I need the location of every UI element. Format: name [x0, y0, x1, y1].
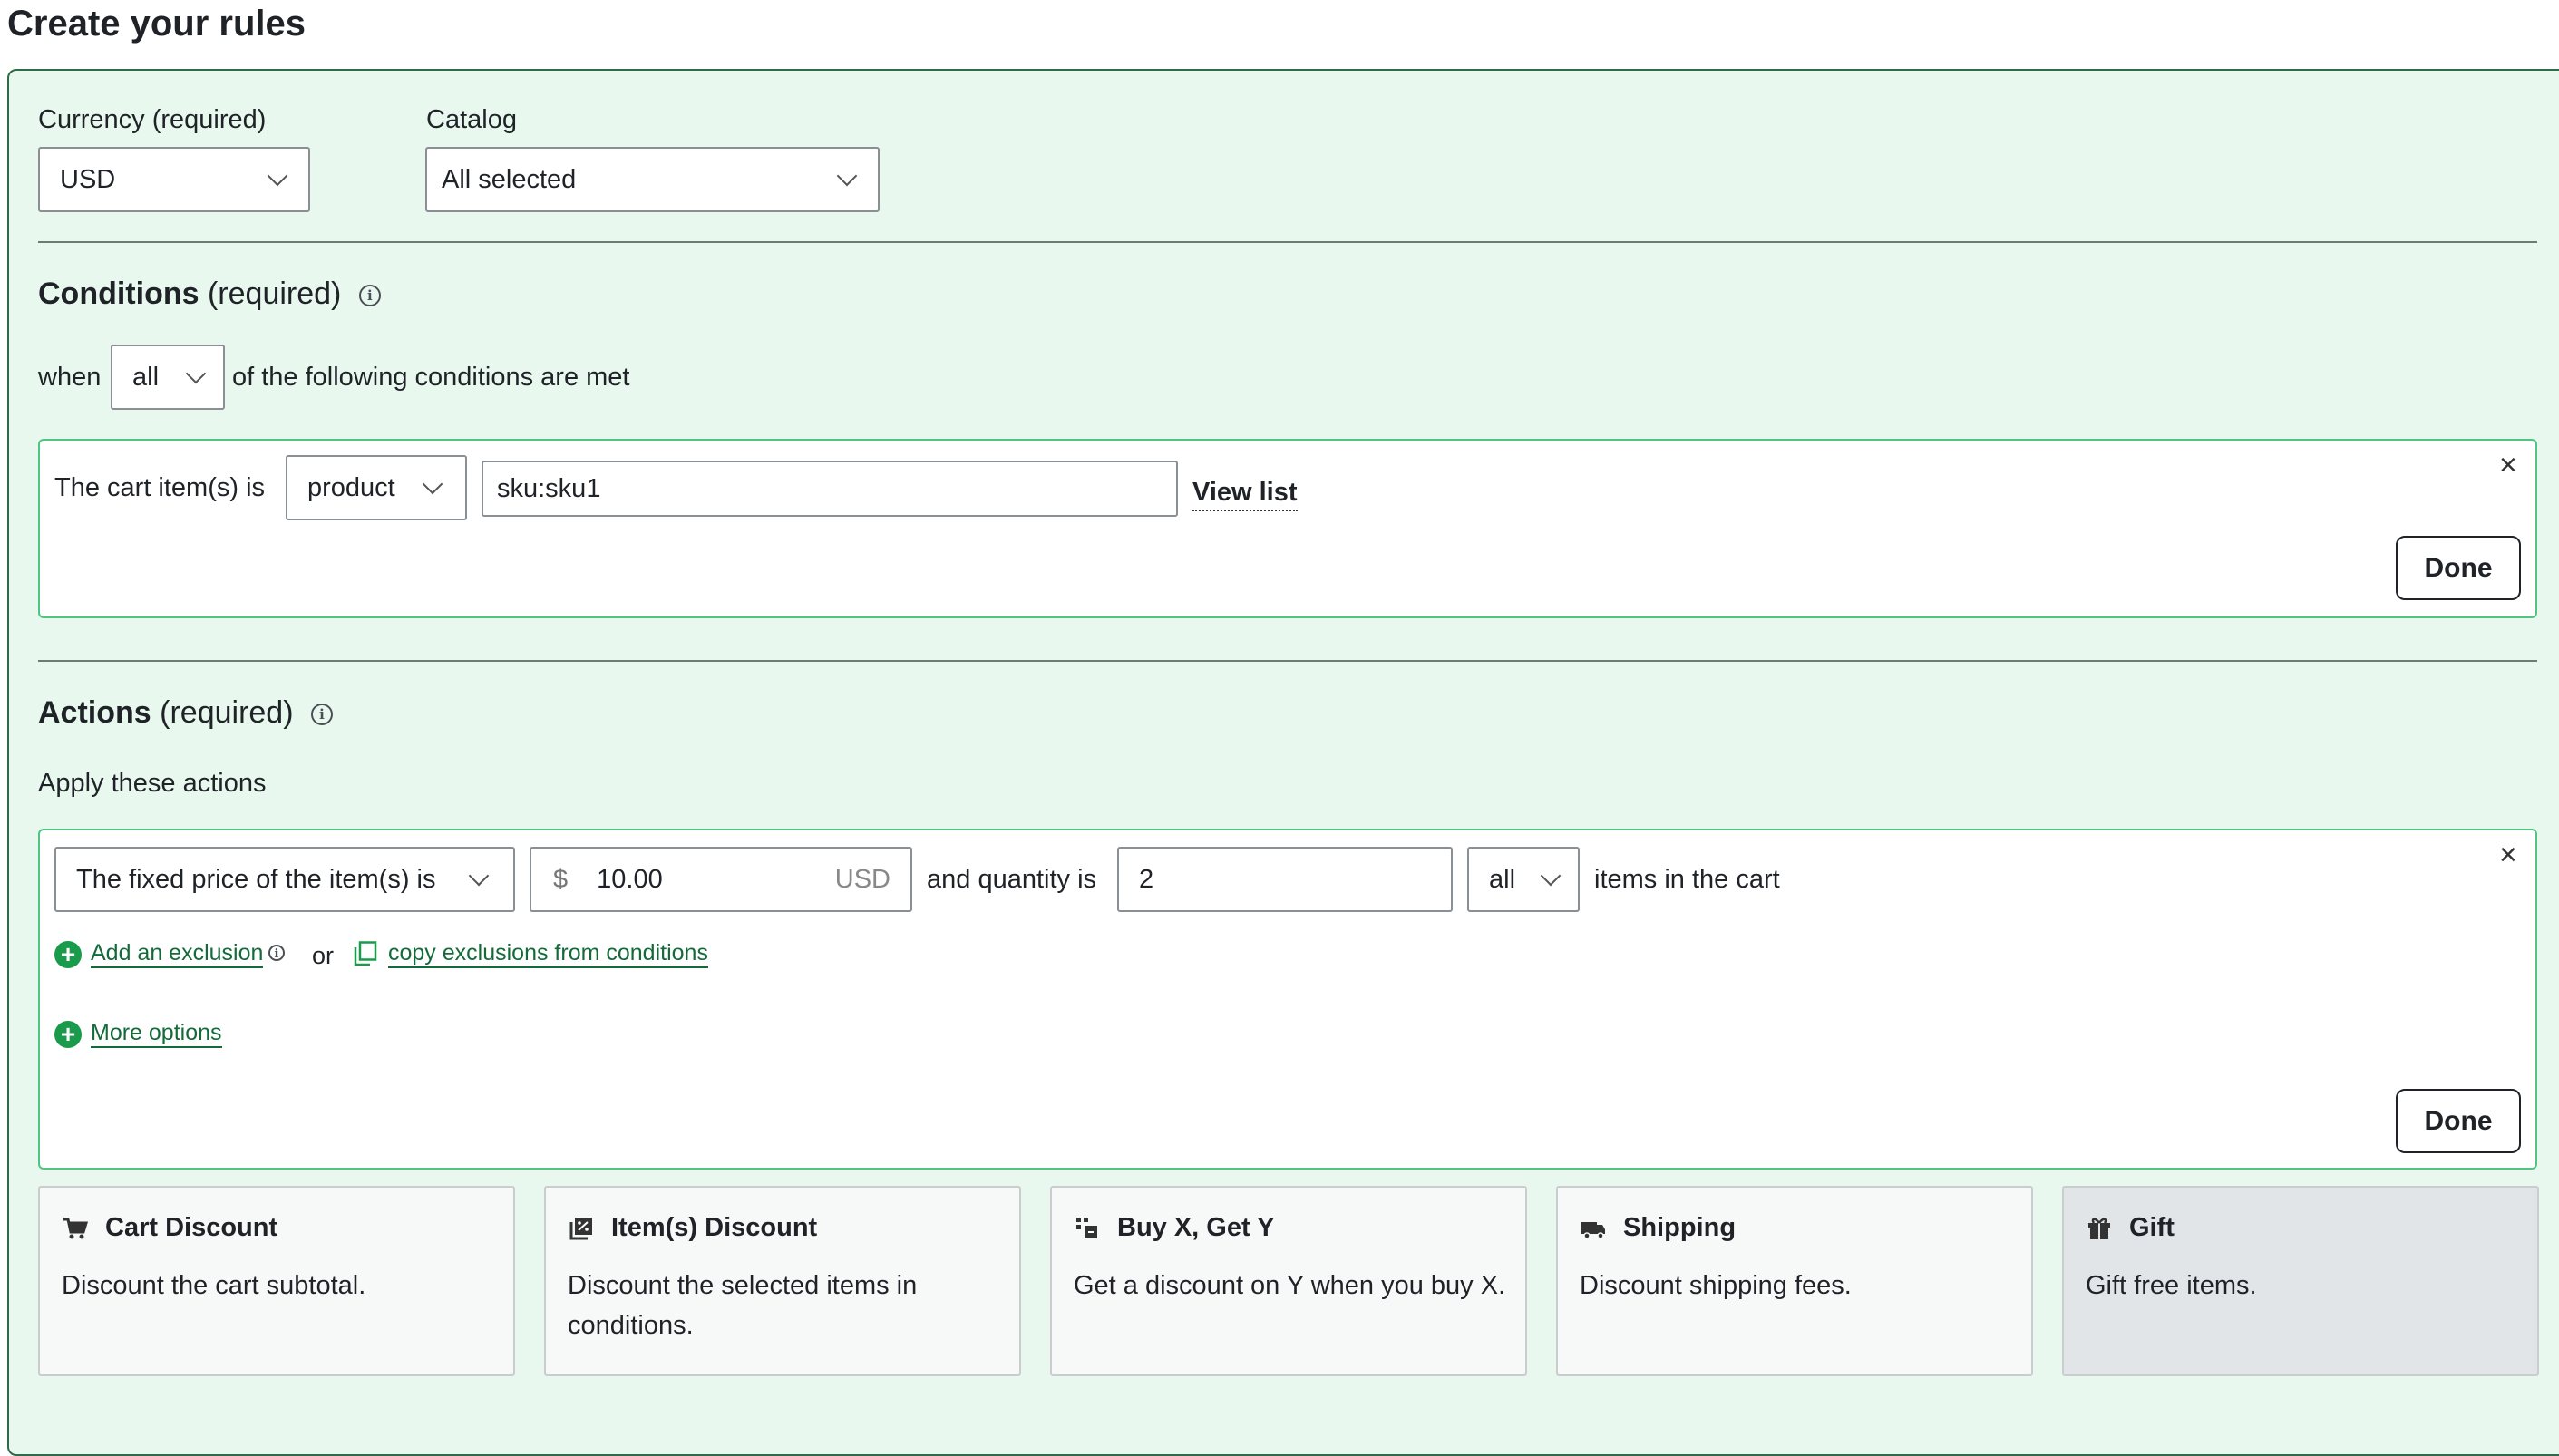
sku-value: sku:sku1 — [497, 473, 601, 503]
card-description: Discount the selected items in condition… — [568, 1271, 918, 1340]
actions-heading: Actions (required) i — [38, 693, 333, 733]
card-title: Gift — [2129, 1213, 2175, 1242]
close-icon[interactable]: × — [2499, 840, 2517, 870]
conditions-suffix: of the following conditions are met — [232, 363, 630, 392]
card-title: Cart Discount — [105, 1213, 278, 1242]
price-value: 10.00 — [597, 864, 663, 894]
conditions-required: (required) — [207, 277, 342, 311]
conditions-match-value: all — [132, 362, 160, 392]
plus-circle-icon[interactable]: + — [54, 1021, 82, 1048]
copy-icon[interactable] — [354, 941, 377, 966]
chevron-down-icon — [1540, 865, 1562, 887]
card-title: Shipping — [1623, 1213, 1737, 1242]
card-description: Gift free items. — [2086, 1271, 2257, 1300]
currency-select[interactable]: USD — [38, 147, 310, 212]
card-description: Discount shipping fees. — [1580, 1271, 1852, 1300]
add-exclusion-link[interactable]: Add an exclusion — [91, 939, 264, 968]
info-icon[interactable]: i — [310, 704, 333, 726]
gift-icon — [2088, 1218, 2110, 1239]
actions-required: (required) — [160, 695, 294, 730]
info-icon[interactable]: i — [268, 945, 285, 961]
card-description: Get a discount on Y when you buy X. — [1074, 1271, 1506, 1300]
item-discount-icon — [569, 1218, 592, 1240]
actions-title: Actions — [38, 695, 151, 730]
condition-done-button[interactable]: Done — [2396, 536, 2521, 600]
condition-type-value: product — [307, 472, 395, 502]
scope-suffix: items in the cart — [1594, 865, 1780, 894]
card-title: Buy X, Get Y — [1117, 1213, 1275, 1242]
apply-actions-label: Apply these actions — [38, 769, 267, 798]
close-icon[interactable]: × — [2499, 450, 2517, 480]
condition-prefix: The cart item(s) is — [54, 473, 266, 502]
more-options-link[interactable]: More options — [91, 1019, 222, 1048]
scope-value: all — [1489, 864, 1516, 894]
currency-value: USD — [60, 164, 116, 194]
view-list-link[interactable]: View list — [1192, 475, 1298, 511]
action-type-select[interactable]: The fixed price of the item(s) is — [54, 847, 515, 912]
card-title: Item(s) Discount — [611, 1213, 818, 1242]
info-icon[interactable]: i — [358, 285, 381, 307]
action-card-cart-discount[interactable]: Cart Discount Discount the cart subtotal… — [38, 1186, 515, 1376]
conditions-title: Conditions — [38, 277, 199, 311]
chevron-down-icon — [267, 165, 288, 187]
quantity-label: and quantity is — [927, 865, 1097, 894]
catalog-select[interactable]: All selected — [425, 147, 880, 212]
action-card-gift[interactable]: Gift Gift free items. — [2062, 1186, 2539, 1376]
buy-x-get-y-icon — [1076, 1218, 1097, 1238]
or-label: or — [312, 942, 335, 969]
copy-exclusions-link[interactable]: copy exclusions from conditions — [388, 939, 708, 968]
catalog-label: Catalog — [426, 105, 517, 134]
scope-select[interactable]: all — [1467, 847, 1580, 912]
conditions-match-select[interactable]: all — [111, 345, 225, 410]
condition-type-select[interactable]: product — [286, 455, 467, 520]
truck-icon — [1581, 1222, 1605, 1239]
sku-input[interactable]: sku:sku1 — [482, 461, 1178, 517]
chevron-down-icon — [185, 363, 207, 384]
action-type-value: The fixed price of the item(s) is — [76, 864, 436, 894]
price-input[interactable]: $ 10.00 USD — [530, 847, 912, 912]
chevron-down-icon — [836, 165, 858, 187]
plus-circle-icon[interactable]: + — [54, 941, 82, 968]
currency-label: Currency (required) — [38, 105, 267, 134]
chevron-down-icon — [422, 473, 443, 495]
quantity-value: 2 — [1139, 864, 1154, 894]
divider — [38, 241, 2537, 243]
cart-icon — [63, 1218, 89, 1239]
card-description: Discount the cart subtotal. — [62, 1271, 366, 1300]
price-currency-code: USD — [834, 864, 890, 894]
action-card-buy-x-get-y[interactable]: Buy X, Get Y Get a discount on Y when yo… — [1050, 1186, 1527, 1376]
chevron-down-icon — [468, 865, 490, 887]
when-label: when — [38, 363, 102, 392]
action-card-item-discount[interactable]: Item(s) Discount Discount the selected i… — [544, 1186, 1021, 1376]
page-title: Create your rules — [7, 4, 306, 44]
divider — [38, 660, 2537, 662]
quantity-input[interactable]: 2 — [1117, 847, 1453, 912]
currency-symbol: $ — [553, 864, 569, 894]
action-card-shipping[interactable]: Shipping Discount shipping fees. — [1556, 1186, 2033, 1376]
conditions-heading: Conditions (required) i — [38, 274, 381, 314]
catalog-value: All selected — [442, 164, 577, 194]
action-done-button[interactable]: Done — [2396, 1089, 2521, 1153]
